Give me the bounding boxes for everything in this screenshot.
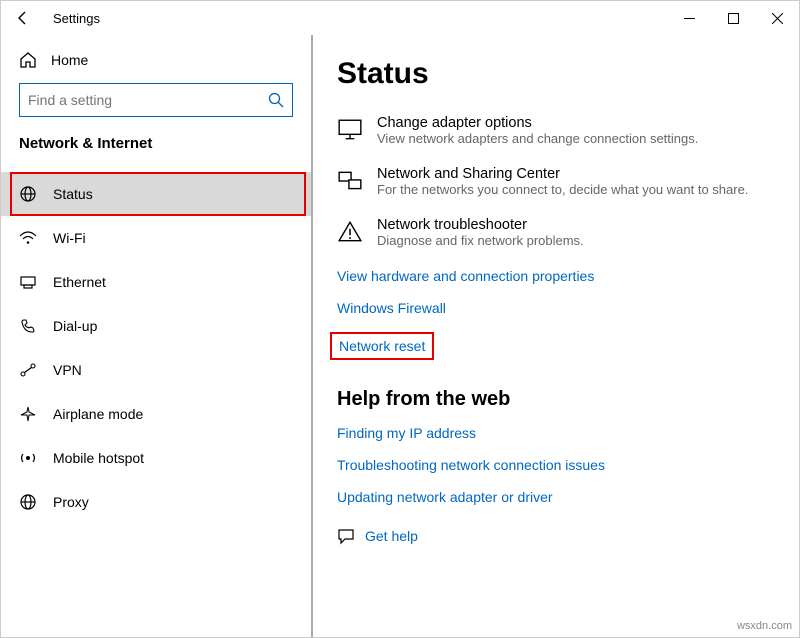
home-button[interactable]: Home	[1, 43, 311, 83]
sidebar-item-label: Ethernet	[53, 274, 106, 290]
ethernet-icon	[19, 273, 37, 291]
sidebar-item-label: Airplane mode	[53, 406, 143, 422]
help-link-ip[interactable]: Finding my IP address	[337, 425, 476, 441]
sidebar-item-wifi[interactable]: Wi-Fi	[1, 216, 311, 260]
setting-troubleshooter[interactable]: Network troubleshooter Diagnose and fix …	[337, 217, 773, 248]
sidebar-item-dialup[interactable]: Dial-up	[1, 304, 311, 348]
vpn-icon	[19, 361, 37, 379]
scrollbar[interactable]	[311, 35, 313, 637]
content-pane: Status Change adapter options View netwo…	[311, 35, 799, 637]
help-link-driver[interactable]: Updating network adapter or driver	[337, 489, 553, 505]
wifi-icon	[19, 229, 37, 247]
setting-title: Change adapter options	[377, 115, 698, 131]
get-help-label: Get help	[365, 528, 418, 544]
airplane-icon	[19, 405, 37, 423]
titlebar: Settings	[1, 1, 799, 35]
sidebar-item-ethernet[interactable]: Ethernet	[1, 260, 311, 304]
setting-adapter-options[interactable]: Change adapter options View network adap…	[337, 115, 773, 146]
help-section-title: Help from the web	[337, 388, 773, 411]
search-input[interactable]	[28, 92, 268, 108]
sidebar: Home Network & Internet Status	[1, 35, 311, 637]
setting-desc: View network adapters and change connect…	[377, 131, 698, 146]
sidebar-item-proxy[interactable]: Proxy	[1, 480, 311, 524]
sidebar-item-status[interactable]: Status	[1, 172, 311, 216]
home-icon	[19, 51, 37, 69]
sidebar-item-label: Mobile hotspot	[53, 450, 144, 466]
setting-desc: For the networks you connect to, decide …	[377, 182, 748, 197]
sidebar-item-label: Dial-up	[53, 318, 97, 334]
adapter-icon	[337, 117, 363, 143]
search-box[interactable]	[19, 83, 293, 117]
chat-icon	[337, 527, 355, 545]
sidebar-item-label: Proxy	[53, 494, 89, 510]
proxy-icon	[19, 493, 37, 511]
watermark: wsxdn.com	[737, 620, 792, 632]
status-icon	[19, 185, 37, 203]
link-windows-firewall[interactable]: Windows Firewall	[337, 300, 446, 316]
setting-title: Network troubleshooter	[377, 217, 584, 233]
link-hardware-properties[interactable]: View hardware and connection properties	[337, 268, 594, 284]
home-label: Home	[51, 52, 88, 68]
sidebar-item-hotspot[interactable]: Mobile hotspot	[1, 436, 311, 480]
sidebar-item-label: VPN	[53, 362, 82, 378]
hotspot-icon	[19, 449, 37, 467]
get-help-button[interactable]: Get help	[337, 527, 773, 545]
page-title: Status	[337, 57, 773, 91]
minimize-button[interactable]	[667, 3, 711, 33]
link-network-reset[interactable]: Network reset	[330, 332, 434, 360]
search-icon	[268, 92, 284, 108]
sidebar-item-vpn[interactable]: VPN	[1, 348, 311, 392]
troubleshoot-icon	[337, 219, 363, 245]
window-title: Settings	[53, 11, 100, 26]
setting-desc: Diagnose and fix network problems.	[377, 233, 584, 248]
close-button[interactable]	[755, 3, 799, 33]
help-link-troubleshoot[interactable]: Troubleshooting network connection issue…	[337, 457, 605, 473]
setting-title: Network and Sharing Center	[377, 166, 748, 182]
dialup-icon	[19, 317, 37, 335]
sidebar-item-label: Wi-Fi	[53, 230, 86, 246]
back-button[interactable]	[11, 6, 35, 30]
sidebar-item-label: Status	[53, 186, 93, 202]
maximize-button[interactable]	[711, 3, 755, 33]
sidebar-item-airplane[interactable]: Airplane mode	[1, 392, 311, 436]
setting-sharing-center[interactable]: Network and Sharing Center For the netwo…	[337, 166, 773, 197]
section-title: Network & Internet	[1, 135, 311, 162]
sharing-icon	[337, 168, 363, 194]
